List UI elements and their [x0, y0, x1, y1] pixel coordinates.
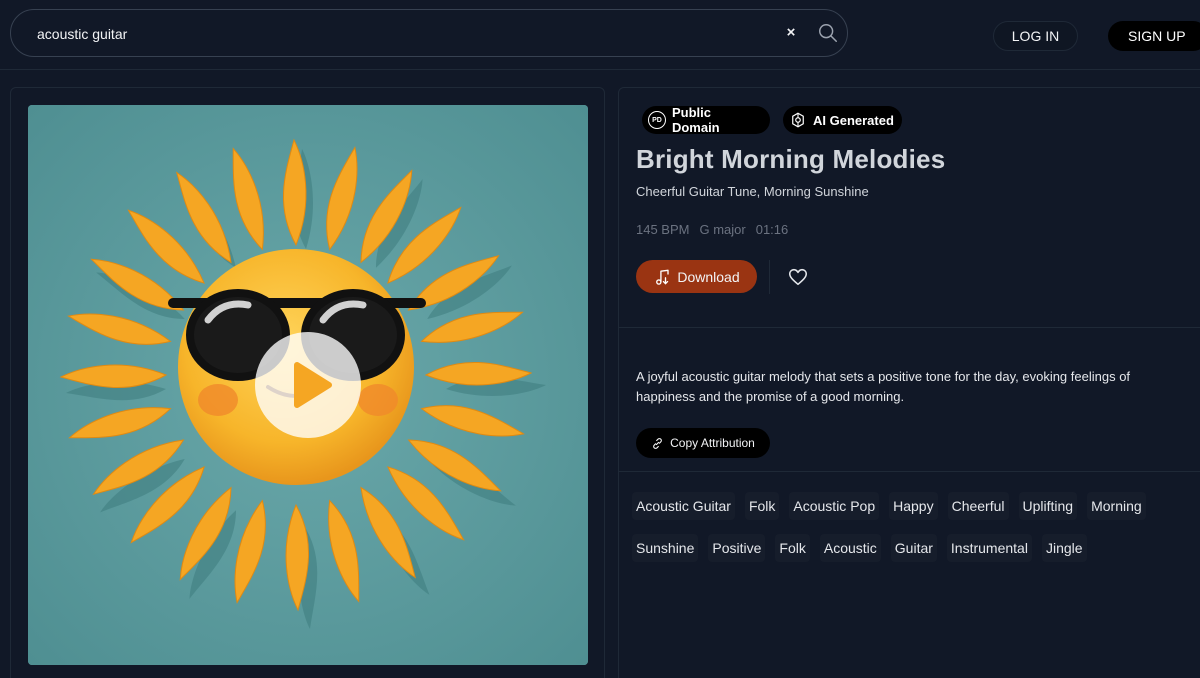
search-icon[interactable]: [817, 22, 839, 44]
section-divider: [619, 327, 1200, 328]
action-divider: [769, 260, 770, 294]
tag-acoustic-guitar[interactable]: Acoustic Guitar: [632, 492, 735, 520]
key-value: G major: [699, 222, 746, 237]
tag-jingle[interactable]: Jingle: [1041, 534, 1087, 562]
copy-attribution-button[interactable]: Copy Attribution: [636, 428, 770, 458]
login-button[interactable]: LOG IN: [993, 21, 1078, 51]
signup-button[interactable]: SIGN UP: [1108, 21, 1200, 51]
play-icon: [294, 362, 332, 408]
tag-list: Acoustic Guitar Folk Acoustic Pop Happy …: [632, 492, 1192, 562]
clear-search-button[interactable]: ×: [781, 23, 801, 43]
tag-morning[interactable]: Morning: [1087, 492, 1146, 520]
tag-sunshine[interactable]: Sunshine: [632, 534, 699, 562]
track-details-panel: PD Public Domain AI Generated Bright Mor…: [618, 87, 1200, 678]
ai-generated-icon: [792, 112, 804, 128]
tag-instrumental[interactable]: Instrumental: [946, 534, 1032, 562]
cover-art[interactable]: [28, 105, 588, 665]
music-download-icon: [656, 269, 670, 285]
favorite-heart-icon[interactable]: [787, 266, 809, 288]
tag-folk[interactable]: Folk: [744, 492, 780, 520]
public-domain-label: Public Domain: [671, 105, 720, 135]
copy-attribution-label: Copy Attribution: [670, 436, 755, 450]
ai-generated-badge[interactable]: AI Generated: [783, 106, 902, 134]
tag-cheerful[interactable]: Cheerful: [947, 492, 1009, 520]
link-icon: [653, 437, 662, 449]
track-description: A joyful acoustic guitar melody that set…: [636, 369, 1131, 404]
tag-acoustic[interactable]: Acoustic: [819, 534, 881, 562]
track-title: Bright Morning Melodies: [636, 144, 946, 174]
track-subtitle: Cheerful Guitar Tune, Morning Sunshine: [636, 184, 869, 199]
tag-acoustic-pop[interactable]: Acoustic Pop: [789, 492, 880, 520]
search-bar[interactable]: ×: [10, 9, 848, 57]
search-input[interactable]: [37, 22, 757, 46]
public-domain-icon: PD: [648, 111, 666, 129]
section-divider: [619, 471, 1200, 472]
track-meta: 145 BPM G major 01:16: [636, 222, 788, 237]
ai-generated-label: AI Generated: [813, 112, 894, 128]
duration-value: 01:16: [755, 222, 789, 237]
play-button[interactable]: [255, 332, 361, 438]
tag-folk-2[interactable]: Folk: [775, 534, 810, 562]
download-label: Download: [677, 268, 740, 285]
tag-uplifting[interactable]: Uplifting: [1018, 492, 1078, 520]
bpm-value: 145 BPM: [636, 222, 690, 237]
tag-happy[interactable]: Happy: [889, 492, 938, 520]
public-domain-badge[interactable]: PD Public Domain: [642, 105, 770, 135]
tag-positive[interactable]: Positive: [708, 534, 766, 562]
cover-panel: [10, 87, 605, 678]
download-button[interactable]: Download: [636, 260, 757, 293]
tag-guitar[interactable]: Guitar: [890, 534, 937, 562]
top-header: × LOG IN SIGN UP: [0, 0, 1200, 70]
